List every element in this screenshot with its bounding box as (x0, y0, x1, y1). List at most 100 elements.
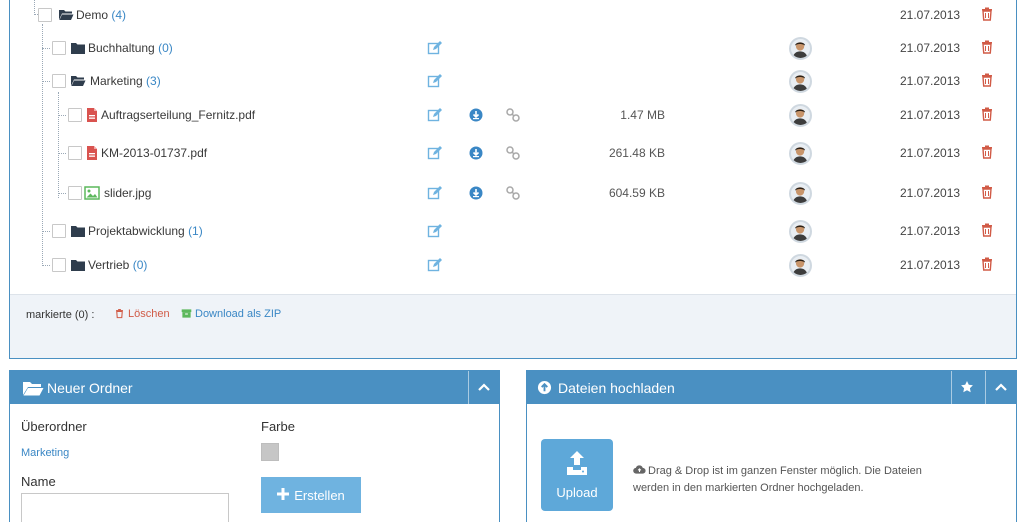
create-folder-label: Erstellen (294, 488, 345, 504)
widget-header: Dateien hochladen (527, 371, 1016, 404)
edit-icon[interactable] (427, 40, 443, 56)
user-avatar[interactable] (789, 70, 812, 93)
tree-item-name[interactable]: Projektabwicklung (1) (88, 224, 203, 238)
user-avatar[interactable] (789, 104, 812, 127)
row-checkbox[interactable] (52, 74, 66, 88)
tree-guide (58, 193, 66, 194)
tree-item-name[interactable]: Buchhaltung (0) (88, 41, 173, 55)
star-icon (961, 381, 973, 393)
name-label: Name (21, 474, 56, 489)
user-avatar[interactable] (789, 142, 812, 165)
edit-icon[interactable] (427, 223, 443, 239)
row-checkbox[interactable] (68, 108, 82, 122)
tree-item-name[interactable]: KM-2013-01737.pdf (101, 146, 207, 160)
tree-guide (58, 115, 66, 116)
link-icon[interactable] (505, 107, 521, 123)
tree-item-name[interactable]: Vertrieb (0) (88, 258, 147, 272)
file-size: 1.47 MB (620, 108, 665, 122)
download-icon[interactable] (468, 107, 484, 123)
parent-folder-link[interactable]: Marketing (21, 447, 69, 459)
cloud-upload-icon (633, 465, 646, 474)
folder-name-input[interactable] (21, 493, 229, 522)
folder-icon (71, 226, 85, 237)
link-icon[interactable] (505, 185, 521, 201)
new-folder-widget: Neuer Ordner Überordner Marketing Farbe … (9, 370, 500, 522)
tree-guide (42, 81, 50, 82)
row-checkbox[interactable] (68, 186, 82, 200)
upload-tray-icon (567, 451, 587, 475)
row-checkbox[interactable] (68, 146, 82, 160)
trash-icon[interactable] (979, 144, 995, 160)
row-date: 21.07.2013 (900, 186, 961, 200)
color-label: Farbe (261, 419, 295, 434)
tree-item-name[interactable]: Auftragserteilung_Fernitz.pdf (101, 108, 255, 122)
color-swatch[interactable] (261, 443, 279, 461)
user-avatar[interactable] (789, 182, 812, 205)
collapse-button[interactable] (985, 371, 1015, 404)
image-file-icon (84, 186, 100, 200)
trash-icon[interactable] (979, 256, 995, 272)
chevron-up-icon (995, 383, 1007, 391)
selected-count-label: markierte (0) : (26, 309, 95, 321)
archive-icon (181, 309, 192, 318)
row-date: 21.07.2013 (900, 146, 961, 160)
tree-item-name[interactable]: slider.jpg (104, 186, 151, 200)
download-icon[interactable] (468, 145, 484, 161)
edit-icon[interactable] (427, 73, 443, 89)
row-checkbox[interactable] (52, 224, 66, 238)
row-date: 21.07.2013 (900, 108, 961, 122)
link-icon[interactable] (505, 145, 521, 161)
tree-item-name[interactable]: Marketing (3) (90, 74, 161, 88)
pdf-file-icon (87, 108, 97, 122)
upload-button-label: Upload (556, 485, 598, 500)
tree-row-file[interactable]: KM-2013-01737.pdf 261.48 KB 21.07.2013 (10, 142, 1016, 166)
tree-row-projektabwicklung[interactable]: Projektabwicklung (1) 21.07.2013 (10, 220, 1016, 244)
row-checkbox[interactable] (52, 41, 66, 55)
row-date: 21.07.2013 (900, 41, 961, 55)
create-folder-button[interactable]: Erstellen (261, 477, 361, 513)
edit-icon[interactable] (427, 185, 443, 201)
edit-icon[interactable] (427, 107, 443, 123)
widget-title: Neuer Ordner (47, 380, 133, 396)
folder-icon (71, 43, 85, 54)
tree-guide (42, 48, 50, 49)
plus-icon (277, 487, 290, 500)
row-checkbox[interactable] (38, 8, 52, 22)
trash-icon[interactable] (979, 184, 995, 200)
file-size: 604.59 KB (608, 186, 665, 200)
download-zip-label: Download als ZIP (195, 308, 282, 320)
folder-icon (71, 260, 85, 271)
trash-icon[interactable] (979, 6, 995, 22)
trash-icon[interactable] (979, 222, 995, 238)
tree-row-buchhaltung[interactable]: Buchhaltung (0) 21.07.2013 (10, 37, 1016, 61)
chevron-up-icon (478, 383, 490, 391)
trash-icon[interactable] (979, 106, 995, 122)
tree-row-file[interactable]: slider.jpg 604.59 KB 21.07.2013 (10, 182, 1016, 206)
row-date: 21.07.2013 (900, 8, 961, 22)
delete-selected-link[interactable]: Löschen (114, 308, 170, 320)
bulk-actions-bar: markierte (0) : Löschen Download als ZIP (10, 294, 1016, 358)
upload-button[interactable]: Upload (541, 439, 613, 511)
collapse-button[interactable] (468, 371, 498, 404)
user-avatar[interactable] (789, 220, 812, 243)
tree-row-marketing[interactable]: Marketing (3) 21.07.2013 (10, 70, 1016, 94)
tree-item-name[interactable]: Demo (4) (76, 8, 126, 22)
favorite-button[interactable] (951, 371, 981, 404)
tree-row-file[interactable]: Auftragserteilung_Fernitz.pdf 1.47 MB 21… (10, 104, 1016, 128)
download-icon[interactable] (468, 185, 484, 201)
trash-icon[interactable] (979, 39, 995, 55)
row-date: 21.07.2013 (900, 74, 961, 88)
download-zip-link[interactable]: Download als ZIP (181, 308, 281, 320)
row-date: 21.07.2013 (900, 258, 961, 272)
parent-folder-label: Überordner (21, 419, 87, 434)
tree-row-vertrieb[interactable]: Vertrieb (0) 21.07.2013 (10, 254, 1016, 278)
drag-drop-hint: Drag & Drop ist im ganzen Fenster möglic… (633, 463, 953, 497)
user-avatar[interactable] (789, 37, 812, 60)
row-checkbox[interactable] (52, 258, 66, 272)
user-avatar[interactable] (789, 254, 812, 277)
trash-icon[interactable] (979, 72, 995, 88)
edit-icon[interactable] (427, 257, 443, 273)
widget-header: Neuer Ordner (10, 371, 499, 404)
edit-icon[interactable] (427, 145, 443, 161)
tree-row-demo[interactable]: Demo (4) 21.07.2013 (10, 4, 1016, 28)
